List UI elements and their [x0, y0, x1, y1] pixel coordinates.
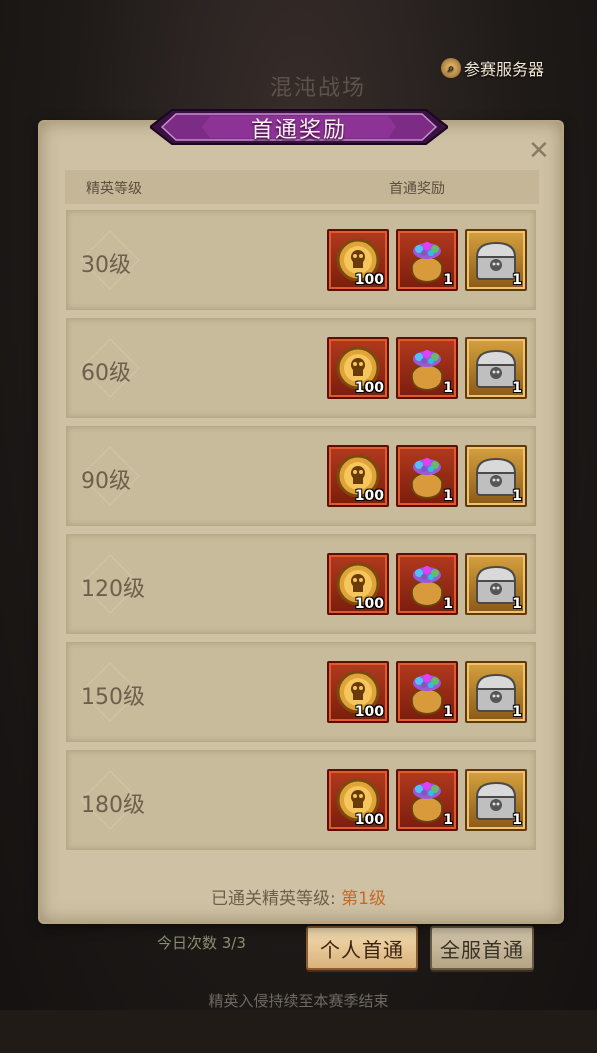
reward-quantity: 1: [443, 272, 453, 288]
close-icon[interactable]: ✕: [528, 136, 550, 166]
reward-quantity: 1: [512, 272, 522, 288]
reward-row: 30级 100 1 1: [66, 210, 536, 310]
reward-item[interactable]: 1: [465, 553, 527, 615]
reward-item[interactable]: 1: [396, 553, 458, 615]
reward-column-header: 首通奖励: [389, 181, 445, 197]
reward-item[interactable]: 1: [396, 445, 458, 507]
reward-row: 60级 100 1 1: [66, 318, 536, 418]
reward-row: 90级 100 1 1: [66, 426, 536, 526]
server-button[interactable]: ⌕ 参赛服务器: [441, 56, 544, 80]
server-first-clear-button[interactable]: 全服首通: [430, 926, 534, 970]
reward-item[interactable]: 100: [327, 337, 389, 399]
reward-item[interactable]: 1: [465, 661, 527, 723]
reward-item[interactable]: 100: [327, 553, 389, 615]
reward-item[interactable]: 1: [396, 229, 458, 291]
search-icon: ⌕: [441, 58, 461, 78]
reward-quantity: 1: [512, 812, 522, 828]
reward-item[interactable]: 100: [327, 769, 389, 831]
reward-quantity: 1: [512, 380, 522, 396]
server-button-label: 参赛服务器: [464, 60, 545, 79]
row-level-label: 90级: [81, 469, 131, 494]
reward-quantity: 100: [354, 596, 384, 612]
reward-item[interactable]: 1: [465, 229, 527, 291]
dialog-title: 首通奖励: [250, 118, 347, 143]
reward-item[interactable]: 1: [465, 445, 527, 507]
today-count: 今日次数 3/3: [157, 934, 246, 952]
reward-quantity: 100: [354, 380, 384, 396]
reward-quantity: 100: [354, 488, 384, 504]
reward-quantity: 1: [443, 812, 453, 828]
row-level-label: 120级: [81, 577, 145, 602]
reward-item[interactable]: 1: [396, 661, 458, 723]
reward-quantity: 1: [512, 704, 522, 720]
background-title: 混沌战场: [270, 76, 367, 101]
level-column-header: 精英等级: [86, 181, 142, 197]
table-header: 精英等级 首通奖励: [65, 170, 539, 204]
bottom-nav-bar: [0, 1010, 597, 1053]
cleared-level-status: 已通关精英等级: 第1级: [0, 884, 597, 909]
row-level-label: 150级: [81, 685, 145, 710]
reward-quantity: 1: [443, 596, 453, 612]
reward-quantity: 1: [443, 380, 453, 396]
reward-item[interactable]: 100: [327, 445, 389, 507]
reward-row: 180级 100 1 1: [66, 750, 536, 850]
reward-item[interactable]: 1: [465, 769, 527, 831]
reward-item[interactable]: 1: [396, 337, 458, 399]
personal-first-clear-button[interactable]: 个人首通: [306, 926, 418, 970]
season-note: 精英入侵持续至本赛季结束: [208, 992, 389, 1010]
reward-quantity: 1: [443, 704, 453, 720]
reward-item[interactable]: 100: [327, 661, 389, 723]
reward-quantity: 100: [354, 704, 384, 720]
reward-quantity: 1: [443, 488, 453, 504]
reward-quantity: 100: [354, 272, 384, 288]
cleared-level-value: 第1级: [341, 889, 386, 909]
reward-item[interactable]: 1: [465, 337, 527, 399]
row-level-label: 180级: [81, 793, 145, 818]
reward-quantity: 1: [512, 488, 522, 504]
row-level-label: 60级: [81, 361, 131, 386]
reward-quantity: 100: [354, 812, 384, 828]
row-level-label: 30级: [81, 253, 131, 278]
reward-row: 150级 100 1 1: [66, 642, 536, 742]
reward-item[interactable]: 1: [396, 769, 458, 831]
reward-item[interactable]: 100: [327, 229, 389, 291]
reward-row: 120级 100 1 1: [66, 534, 536, 634]
reward-quantity: 1: [512, 596, 522, 612]
cleared-level-label: 已通关精英等级:: [211, 889, 336, 909]
